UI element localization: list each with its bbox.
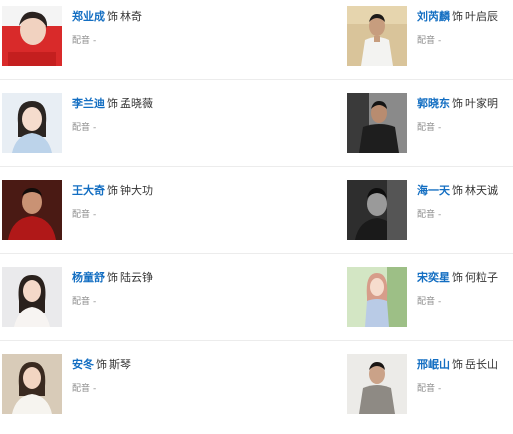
as-separator: 饰 xyxy=(452,271,463,284)
cast-card-wang-daqi[interactable]: 王大奇饰钟大功 配音 - xyxy=(0,174,250,254)
row-divider xyxy=(0,79,513,80)
actor-photo[interactable] xyxy=(347,267,407,327)
actor-name-link[interactable]: 李兰迪 xyxy=(72,97,105,110)
dub-value: - xyxy=(93,36,97,46)
as-separator: 饰 xyxy=(452,184,463,197)
cast-row: 郑业成饰林奇 配音 - 刘芮麟饰叶启辰 配音 - xyxy=(0,0,513,86)
cast-card-liu-ruilin[interactable]: 刘芮麟饰叶启辰 配音 - xyxy=(345,0,513,80)
dub-label: 配音 xyxy=(417,36,436,46)
as-separator: 饰 xyxy=(107,97,118,110)
dub-value: - xyxy=(438,123,442,133)
dub-value: - xyxy=(438,210,442,220)
role-name: 叶启辰 xyxy=(465,10,498,23)
actor-name-link[interactable]: 海一天 xyxy=(417,184,450,197)
cast-card-hai-yitian[interactable]: 海一天饰林天诚 配音 - xyxy=(345,174,513,254)
dub-label: 配音 xyxy=(72,384,91,394)
actor-name-link[interactable]: 刘芮麟 xyxy=(417,10,450,23)
as-separator: 饰 xyxy=(107,271,118,284)
row-divider xyxy=(0,166,513,167)
dub-value: - xyxy=(93,123,97,133)
dub-label: 配音 xyxy=(417,384,436,394)
actor-name-link[interactable]: 郭晓东 xyxy=(417,97,450,110)
as-separator: 饰 xyxy=(107,184,118,197)
as-separator: 饰 xyxy=(452,10,463,23)
cast-row: 李兰迪饰孟晓薇 配音 - 郭晓东饰叶家明 配音 - xyxy=(0,87,513,173)
as-separator: 饰 xyxy=(107,10,118,23)
dub-value: - xyxy=(438,384,442,394)
actor-name-link[interactable]: 郑业成 xyxy=(72,10,105,23)
role-name: 何粒子 xyxy=(465,271,498,284)
as-separator: 饰 xyxy=(452,97,463,110)
actor-name-link[interactable]: 宋奕星 xyxy=(417,271,450,284)
actor-photo[interactable] xyxy=(2,6,62,66)
dub-label: 配音 xyxy=(417,297,436,307)
role-name: 孟晓薇 xyxy=(120,97,153,110)
row-divider xyxy=(0,253,513,254)
actor-photo[interactable] xyxy=(2,354,62,414)
cast-card-guo-xiaodong[interactable]: 郭晓东饰叶家明 配音 - xyxy=(345,87,513,167)
cast-row: 杨童舒饰陆云铮 配音 - 宋奕星饰何粒子 配音 - xyxy=(0,261,513,347)
dub-value: - xyxy=(93,384,97,394)
cast-row: 王大奇饰钟大功 配音 - 海一天饰林天诚 配音 - xyxy=(0,174,513,260)
role-name: 岳长山 xyxy=(465,358,498,371)
dub-value: - xyxy=(438,36,442,46)
as-separator: 饰 xyxy=(452,358,463,371)
actor-photo[interactable] xyxy=(2,93,62,153)
as-separator: 饰 xyxy=(96,358,107,371)
row-divider xyxy=(0,340,513,341)
dub-label: 配音 xyxy=(417,123,436,133)
role-name: 叶家明 xyxy=(465,97,498,110)
role-name: 斯琴 xyxy=(109,358,131,371)
cast-card-zheng-yecheng[interactable]: 郑业成饰林奇 配音 - xyxy=(0,0,250,80)
dub-label: 配音 xyxy=(72,297,91,307)
cast-card-an-dong[interactable]: 安冬饰斯琴 配音 - xyxy=(0,348,250,428)
actor-photo[interactable] xyxy=(347,354,407,414)
cast-card-xing-minshan[interactable]: 邢岷山饰岳长山 配音 - xyxy=(345,348,513,428)
role-name: 钟大功 xyxy=(120,184,153,197)
actor-photo[interactable] xyxy=(347,6,407,66)
actor-photo[interactable] xyxy=(347,180,407,240)
actor-name-link[interactable]: 王大奇 xyxy=(72,184,105,197)
actor-name-link[interactable]: 杨童舒 xyxy=(72,271,105,284)
dub-value: - xyxy=(438,297,442,307)
role-name: 林奇 xyxy=(120,10,142,23)
actor-photo[interactable] xyxy=(347,93,407,153)
dub-label: 配音 xyxy=(417,210,436,220)
dub-label: 配音 xyxy=(72,210,91,220)
cast-row: 安冬饰斯琴 配音 - 邢岷山饰岳长山 配音 - xyxy=(0,348,513,434)
cast-card-yang-tongshu[interactable]: 杨童舒饰陆云铮 配音 - xyxy=(0,261,250,341)
actor-name-link[interactable]: 邢岷山 xyxy=(417,358,450,371)
actor-name-link[interactable]: 安冬 xyxy=(72,358,94,371)
dub-label: 配音 xyxy=(72,123,91,133)
actor-photo[interactable] xyxy=(2,267,62,327)
dub-label: 配音 xyxy=(72,36,91,46)
dub-value: - xyxy=(93,210,97,220)
cast-card-li-landi[interactable]: 李兰迪饰孟晓薇 配音 - xyxy=(0,87,250,167)
cast-list: 郑业成饰林奇 配音 - 刘芮麟饰叶启辰 配音 - 李兰迪 饰 孟晓薇 配音 - … xyxy=(0,0,513,422)
dub-value: - xyxy=(93,297,97,307)
cast-card-song-yixing[interactable]: 宋奕星饰何粒子 配音 - xyxy=(345,261,513,341)
role-name: 林天诚 xyxy=(465,184,498,197)
actor-photo[interactable] xyxy=(2,180,62,240)
role-name: 陆云铮 xyxy=(120,271,153,284)
